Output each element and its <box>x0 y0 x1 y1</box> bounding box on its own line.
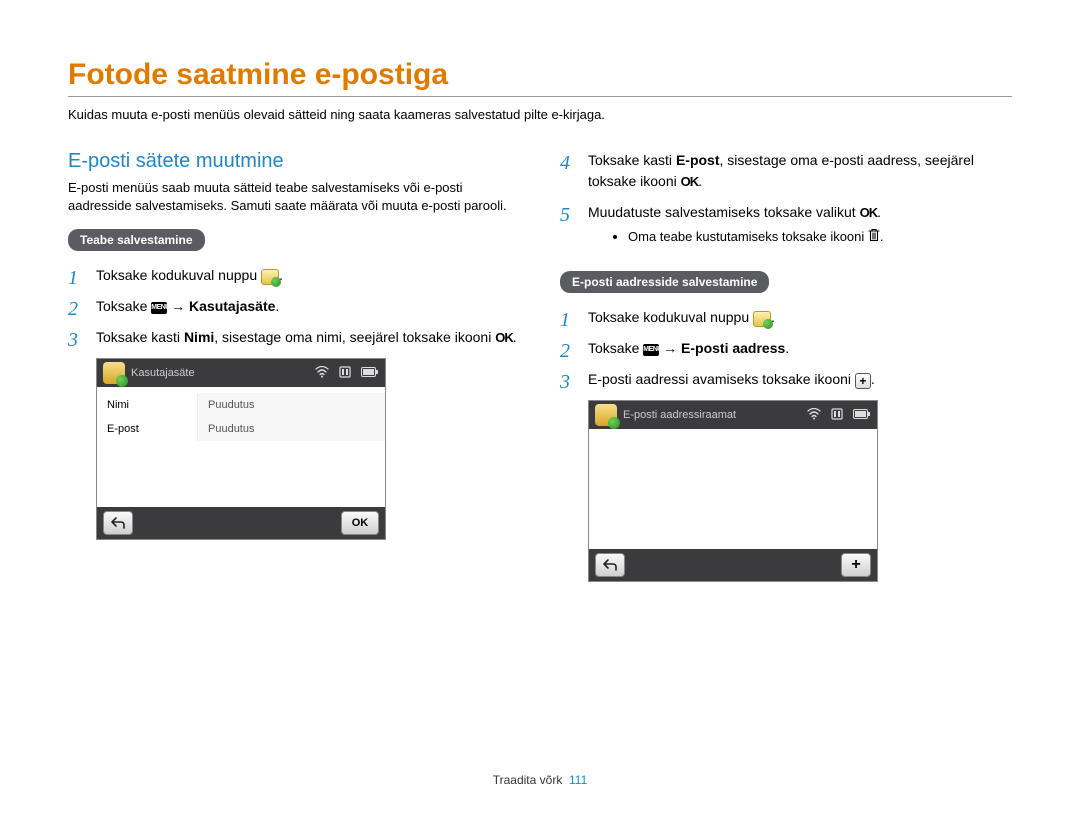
step-bold: E-post <box>676 152 720 168</box>
steps-list-right-a: Toksake kasti E-post, sisestage oma e-po… <box>560 150 1012 247</box>
device-footer: OK <box>97 507 385 539</box>
battery-icon <box>853 408 871 422</box>
right-column: Toksake kasti E-post, sisestage oma e-po… <box>560 150 1012 582</box>
step-bold: Kasutajasäte <box>189 298 275 314</box>
step-text: Oma teabe kustutamiseks toksake ikooni <box>628 229 868 244</box>
step-bold: Nimi <box>184 329 214 345</box>
step-text: . <box>275 298 279 314</box>
storage-icon <box>831 408 843 423</box>
step-text: . <box>877 204 881 220</box>
trash-icon <box>868 228 880 248</box>
step-text: . <box>513 329 517 345</box>
menu-icon: MENU <box>643 344 659 356</box>
home-icon <box>261 269 279 285</box>
row-label: E-post <box>97 417 197 441</box>
step-3b: E-posti aadressi avamiseks toksake ikoon… <box>560 369 1012 390</box>
step-text: . <box>698 173 702 189</box>
back-button[interactable] <box>595 553 625 577</box>
device-screenshot-1: Kasutajasäte Nimi Puudutus <box>96 358 386 540</box>
device-body: Nimi Puudutus E-post Puudutus <box>97 387 385 507</box>
back-button[interactable] <box>103 511 133 535</box>
device-title: Kasutajasäte <box>131 367 195 379</box>
page-title: Fotode saatmine e-postiga <box>68 58 1012 97</box>
step-4: Toksake kasti E-post, sisestage oma e-po… <box>560 150 1012 192</box>
row-label: Nimi <box>97 393 197 417</box>
step-text: . <box>871 371 875 387</box>
plus-icon: + <box>855 373 871 389</box>
step-text: Toksake kasti <box>588 152 676 168</box>
step-1: Toksake kodukuval nuppu . <box>68 265 520 286</box>
table-row: Nimi Puudutus <box>97 393 385 417</box>
page-footer: Traadita võrk 111 <box>0 773 1080 787</box>
step-text: Muudatuste salvestamiseks toksake valiku… <box>588 204 860 220</box>
device-body <box>589 429 877 549</box>
step-text: Toksake <box>588 340 643 356</box>
device-footer: + <box>589 549 877 581</box>
section-heading: E-posti sätete muutmine <box>68 150 520 173</box>
storage-icon <box>339 366 351 381</box>
step-2: Toksake MENU → Kasutajasäte. <box>68 296 520 317</box>
battery-icon <box>361 366 379 380</box>
ok-icon: OK <box>495 330 513 345</box>
step-text: , sisestage oma nimi, seejärel toksake i… <box>214 329 495 345</box>
step-2b: Toksake MENU → E-posti aadress. <box>560 338 1012 359</box>
section-desc: E-posti menüüs saab muuta sätteid teabe … <box>68 179 520 215</box>
device-header: Kasutajasäte <box>97 359 385 387</box>
step-text: . <box>785 340 789 356</box>
app-icon <box>595 404 617 426</box>
step-text: Toksake kasti <box>96 329 184 345</box>
step-text: → <box>659 340 681 356</box>
step-3: Toksake kasti Nimi, sisestage oma nimi, … <box>68 327 520 348</box>
step-text: → <box>167 298 189 314</box>
steps-list-right-b: Toksake kodukuval nuppu . Toksake MENU →… <box>560 307 1012 390</box>
device-title: E-posti aadressiraamat <box>623 409 736 421</box>
step-5: Muudatuste salvestamiseks toksake valiku… <box>560 202 1012 247</box>
sub-bullet: Oma teabe kustutamiseks toksake ikooni . <box>628 227 1012 247</box>
step-text: Toksake kodukuval nuppu <box>96 267 261 283</box>
subheading-pill: Teabe salvestamine <box>68 229 205 251</box>
row-value: Puudutus <box>197 417 385 441</box>
step-1b: Toksake kodukuval nuppu . <box>560 307 1012 328</box>
table-row: E-post Puudutus <box>97 417 385 441</box>
footer-section: Traadita võrk <box>493 773 563 787</box>
ok-button[interactable]: OK <box>341 511 379 535</box>
add-button[interactable]: + <box>841 553 871 577</box>
home-icon <box>753 311 771 327</box>
ok-icon: OK <box>860 205 878 220</box>
page-number: 111 <box>569 773 587 787</box>
left-column: E-posti sätete muutmine E-posti menüüs s… <box>68 150 520 582</box>
ok-icon: OK <box>681 174 699 189</box>
step-text: Toksake <box>96 298 151 314</box>
wifi-icon <box>315 366 329 381</box>
app-icon <box>103 362 125 384</box>
step-text: E-posti aadressi avamiseks toksake ikoon… <box>588 371 855 387</box>
steps-list-left: Toksake kodukuval nuppu . Toksake MENU →… <box>68 265 520 348</box>
menu-icon: MENU <box>151 302 167 314</box>
subheading-pill: E-posti aadresside salvestamine <box>560 271 769 293</box>
step-text: Toksake kodukuval nuppu <box>588 309 753 325</box>
device-header: E-posti aadressiraamat <box>589 401 877 429</box>
step-bold: E-posti aadress <box>681 340 785 356</box>
device-screenshot-2: E-posti aadressiraamat <box>588 400 878 582</box>
wifi-icon <box>807 408 821 423</box>
row-value: Puudutus <box>197 393 385 417</box>
intro-text: Kuidas muuta e-posti menüüs olevaid sätt… <box>68 107 1012 122</box>
